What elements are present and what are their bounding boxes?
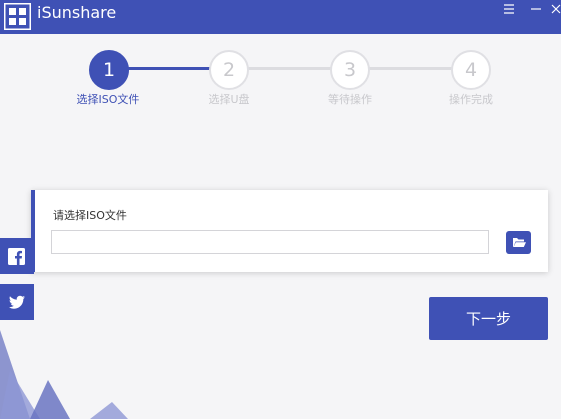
twitter-icon [9,295,25,309]
facebook-icon [8,248,25,265]
browse-button[interactable] [506,231,531,254]
iso-label: 请选择ISO文件 [53,209,127,222]
mountain-decoration [0,330,128,419]
facebook-button[interactable] [0,238,34,274]
step-4-circle: 4 [451,50,491,90]
folder-open-icon [513,238,526,247]
step-1-label: 选择ISO文件 [76,93,140,106]
twitter-button[interactable] [0,284,34,320]
step-4-label: 操作完成 [449,93,493,106]
iso-select-card: 请选择ISO文件 [31,190,548,272]
step-1-circle: 1 [89,50,129,90]
next-button[interactable]: 下一步 [429,297,548,340]
step-3-label: 等待操作 [328,93,372,106]
iso-path-input[interactable] [51,230,489,254]
step-progress: 1 2 3 4 选择ISO文件 选择U盘 等待操作 操作完成 [0,0,561,110]
step-3-circle: 3 [330,50,370,90]
step-2-circle: 2 [209,50,249,90]
step-2-label: 选择U盘 [208,93,250,106]
